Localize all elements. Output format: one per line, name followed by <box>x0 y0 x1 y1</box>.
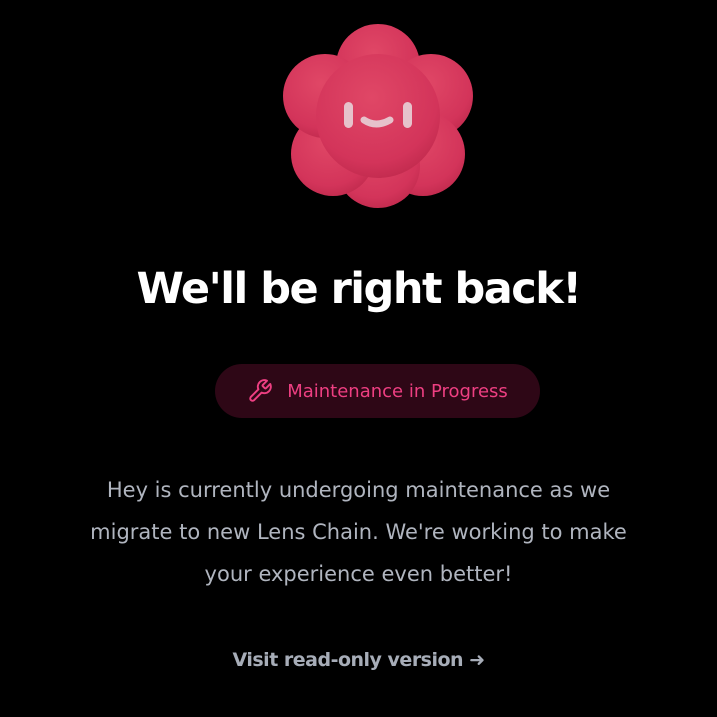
visit-link-label: Visit read-only version <box>232 649 464 671</box>
status-badge: Maintenance in Progress <box>215 364 540 418</box>
maintenance-page: We'll be right back! Maintenance in Prog… <box>0 0 717 717</box>
flower-mascot-icon <box>283 24 473 208</box>
visit-read-only-link[interactable]: Visit read-only version ➜ <box>0 642 717 678</box>
maintenance-message: Hey is currently undergoing maintenance … <box>40 469 677 595</box>
status-badge-label: Maintenance in Progress <box>287 380 508 402</box>
message-line: Hey is currently undergoing maintenance … <box>106 478 611 502</box>
wrench-icon <box>249 379 272 402</box>
arrow-right-icon: ➜ <box>469 649 485 671</box>
page-title: We'll be right back! <box>136 264 582 314</box>
message-line: migrate to new Lens Chain. We're working… <box>90 520 627 544</box>
message-line: your experience even better! <box>204 562 513 586</box>
